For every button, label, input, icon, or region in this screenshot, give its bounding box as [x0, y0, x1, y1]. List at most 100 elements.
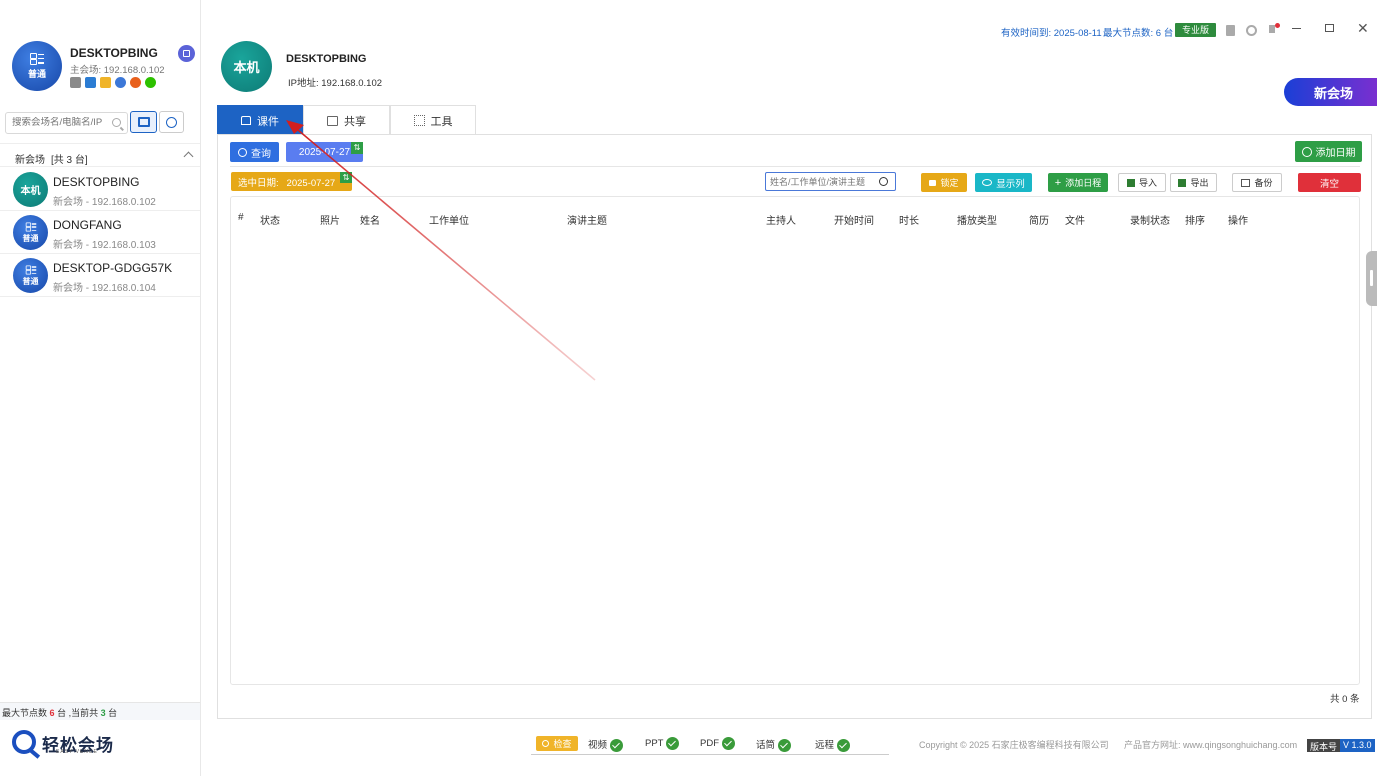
history-button[interactable]: [159, 111, 184, 133]
host-name: DESKTOPBING: [70, 46, 158, 60]
col-index: #: [238, 212, 244, 223]
venue-badge: 本机: [20, 186, 41, 197]
check-ok-icon: [778, 738, 792, 752]
lock-button[interactable]: 锁定: [921, 173, 967, 192]
footer-max: 6: [49, 708, 55, 718]
clock-icon: [1301, 146, 1312, 157]
add-schedule-button[interactable]: + 添加日程: [1048, 173, 1108, 192]
venue-badge: 普通: [22, 277, 39, 286]
manual-icon[interactable]: [1226, 25, 1235, 36]
show-columns-button[interactable]: 显示列: [975, 173, 1032, 192]
check-mic-label: 话筒: [756, 740, 776, 751]
pin-icon[interactable]: [1268, 23, 1280, 36]
add-date-label: 添加日期: [1315, 148, 1356, 159]
check-button[interactable]: 检查: [536, 736, 578, 751]
wechat-icon: [145, 77, 156, 88]
excel-icon: [1126, 178, 1135, 187]
machine-badge: 本机: [233, 60, 260, 75]
host-main-venue: 主会场: 192.168.0.102: [70, 65, 165, 76]
check-video: 视频: [588, 737, 624, 752]
list-view-button[interactable]: [130, 111, 157, 133]
footer-current: 3: [100, 708, 106, 718]
venue-item-0[interactable]: 本机 DESKTOPBING 新会场 - 192.168.0.102: [0, 168, 200, 211]
col-host: 主持人: [766, 216, 796, 227]
import-button[interactable]: 导入: [1118, 173, 1166, 192]
machine-ip: IP地址: 192.168.0.102: [288, 78, 383, 89]
sidebar-footer: 最大节点数 6 台 ,当前共 3 台: [0, 702, 200, 720]
restore-button[interactable]: [1325, 24, 1334, 32]
check-remote-label: 远程: [815, 740, 835, 751]
export-button[interactable]: 导出: [1170, 173, 1217, 192]
machine-avatar: 本机: [221, 41, 272, 92]
venue-grid-icon: [30, 52, 44, 65]
venue-name: DESKTOPBING: [53, 175, 140, 189]
venue-name: DONGFANG: [53, 218, 122, 232]
side-drawer-handle[interactable]: [1366, 251, 1377, 306]
venue-search[interactable]: [5, 112, 128, 134]
sidebar: 普通 DESKTOPBING 主会场: 192.168.0.102 新会场 [共…: [0, 0, 201, 776]
edition-badge: 专业版: [1175, 23, 1216, 37]
import-label: 导入: [1138, 178, 1157, 188]
lock-icon: [929, 179, 937, 186]
folder-icon: [100, 77, 111, 88]
col-resume: 简历: [1029, 216, 1049, 227]
check-pdf: PDF: [700, 737, 735, 750]
venue-grid-icon: [25, 222, 36, 232]
list-view-icon: [137, 117, 150, 127]
venue-sub: 新会场 - 192.168.0.102: [53, 197, 156, 208]
search-icon: [879, 177, 888, 186]
col-start: 开始时间: [834, 216, 874, 227]
backup-icon: [1241, 178, 1251, 187]
venue-item-2[interactable]: 普通 DESKTOP-GDGG57K 新会场 - 192.168.0.104: [0, 254, 200, 297]
check-ok-icon: [610, 738, 624, 752]
new-venue-button[interactable]: 新会场: [1284, 78, 1377, 106]
host-avatar[interactable]: 普通: [12, 41, 62, 91]
search-icon: [238, 147, 247, 157]
minimize-button[interactable]: [1292, 28, 1301, 29]
check-ppt-label: PPT: [645, 738, 664, 750]
venue-sub: 新会场 - 192.168.0.104: [53, 283, 156, 294]
website[interactable]: 产品官方网址: www.qingsonghuichang.com: [1124, 738, 1297, 751]
power-icon: [130, 77, 141, 88]
col-actions: 操作: [1228, 216, 1248, 227]
close-icon[interactable]: ✕: [1357, 21, 1369, 35]
add-date-button[interactable]: 添加日期: [1295, 141, 1362, 162]
venue-item-1[interactable]: 普通 DONGFANG 新会场 - 192.168.0.103: [0, 211, 200, 254]
check-mic: 话筒: [756, 737, 792, 752]
check-video-label: 视频: [588, 740, 608, 751]
logo-sub: EASY VENUE: [56, 749, 98, 755]
speaker-icon: [70, 77, 81, 88]
chevron-up-icon[interactable]: [183, 151, 194, 162]
filter-input[interactable]: [770, 175, 875, 188]
venue-group-header[interactable]: 新会场 [共 3 台]: [0, 143, 200, 167]
venue-search-input[interactable]: [12, 117, 112, 128]
tab-courseware-label: 课件: [257, 115, 279, 128]
query-label: 查询: [251, 148, 271, 160]
venue-grid-icon: [25, 265, 36, 275]
version-value: V 1.3.0: [1340, 739, 1375, 752]
clear-button[interactable]: 清空: [1298, 173, 1361, 192]
edit-icon[interactable]: [178, 45, 195, 62]
show-columns-label: 显示列: [996, 178, 1025, 190]
check-label: 检查: [553, 739, 572, 749]
courseware-icon: [241, 116, 251, 125]
eye-icon: [982, 179, 993, 186]
backup-button[interactable]: 备份: [1232, 173, 1282, 192]
col-status: 状态: [260, 216, 280, 227]
plus-icon: +: [1054, 176, 1062, 189]
backup-label: 备份: [1254, 178, 1273, 188]
col-file: 文件: [1065, 216, 1085, 227]
check-ok-icon: [722, 737, 735, 750]
filter-box[interactable]: [765, 172, 896, 191]
venue-group-count: [共 3 台]: [51, 155, 88, 166]
venue-avatar: 普通: [13, 258, 48, 293]
check-ppt: PPT: [645, 737, 680, 750]
new-venue-label: 新会场: [1313, 85, 1353, 101]
host-badge: 普通: [27, 68, 46, 79]
venue-badge: 普通: [22, 234, 39, 243]
max-nodes: 最大节点数: 6 台: [1103, 28, 1174, 39]
gear-icon[interactable]: [1246, 25, 1257, 36]
annotation-arrow: [286, 120, 596, 381]
query-button[interactable]: 查询: [230, 142, 279, 162]
browser-icon: [115, 77, 126, 88]
